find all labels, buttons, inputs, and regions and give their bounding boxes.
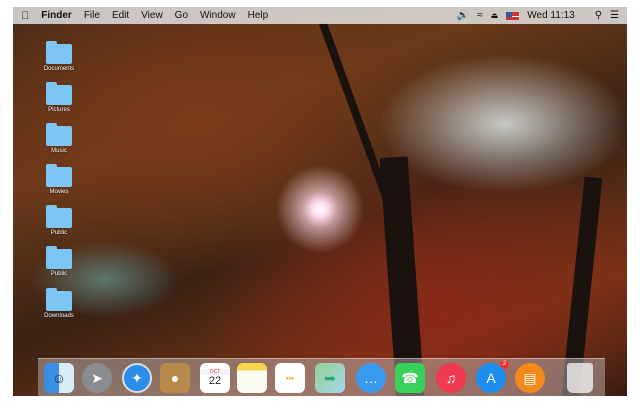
clock[interactable]: Wed 11:13 (527, 10, 574, 21)
dock-finder-icon[interactable]: ☺ (44, 363, 74, 393)
desktop-icon-public[interactable]: Public (41, 205, 77, 236)
dock-maps-icon[interactable]: ➥ (315, 363, 345, 393)
notification-center-icon[interactable]: ☰ (610, 10, 619, 21)
dock-launchpad-icon[interactable]: ➤ (82, 363, 112, 393)
folder-icon (46, 41, 72, 64)
menu-bar:  Finder File Edit View Go Window Help 🔊… (13, 7, 627, 24)
folder-icon (46, 205, 72, 228)
desktop-icon-documents[interactable]: Documents (41, 41, 77, 72)
dock-notes-icon[interactable] (237, 363, 267, 393)
menu-edit[interactable]: Edit (112, 10, 129, 21)
input-source-flag-icon[interactable] (506, 11, 520, 20)
menu-finder[interactable]: Finder (41, 10, 72, 21)
dock-calendar-icon[interactable]: OCT 22 (200, 363, 230, 393)
desktop:  Finder File Edit View Go Window Help 🔊… (13, 7, 627, 396)
desktop-icon-downloads[interactable]: Downloads (41, 288, 77, 319)
dock-ibooks-icon[interactable]: ▤ (515, 363, 545, 393)
dock-app-store-icon[interactable]: A2 (476, 360, 509, 393)
desktop-icon-public-2[interactable]: Public (41, 246, 77, 277)
wifi-icon[interactable]: ≈ (477, 10, 483, 21)
dock: ☺ ➤ ✦ ● OCT 22 ••• ➥ … ☎ ♫ A2 ▤ (38, 358, 605, 396)
folder-icon (46, 82, 72, 105)
folder-icon (46, 288, 72, 311)
eject-icon[interactable]: ⏏ (491, 11, 499, 20)
desktop-icon-movies[interactable]: Movies (41, 164, 77, 195)
dock-contacts-icon[interactable]: ● (160, 363, 190, 393)
dock-safari-icon[interactable]: ✦ (122, 363, 152, 393)
app-store-badge: 2 (500, 360, 509, 369)
menu-window[interactable]: Window (200, 10, 236, 21)
menu-file[interactable]: File (84, 10, 100, 21)
menu-view[interactable]: View (141, 10, 163, 21)
desktop-icon-pictures[interactable]: Pictures (41, 82, 77, 113)
volume-icon[interactable]: 🔊 (457, 10, 469, 21)
tree-branch (319, 21, 395, 213)
apple-menu-icon[interactable]:  (21, 10, 29, 22)
dock-trash-icon[interactable] (567, 363, 593, 393)
desktop-icon-music[interactable]: Music (41, 123, 77, 154)
dock-itunes-icon[interactable]: ♫ (436, 363, 466, 393)
spotlight-search-icon[interactable]: ⚲ (595, 10, 602, 21)
dock-messages-icon[interactable]: … (356, 363, 386, 393)
menu-go[interactable]: Go (175, 10, 188, 21)
folder-icon (46, 246, 72, 269)
folder-icon (46, 123, 72, 146)
menu-help[interactable]: Help (248, 10, 269, 21)
dock-reminders-icon[interactable]: ••• (275, 363, 305, 393)
folder-icon (46, 164, 72, 187)
dock-facetime-icon[interactable]: ☎ (395, 363, 425, 393)
